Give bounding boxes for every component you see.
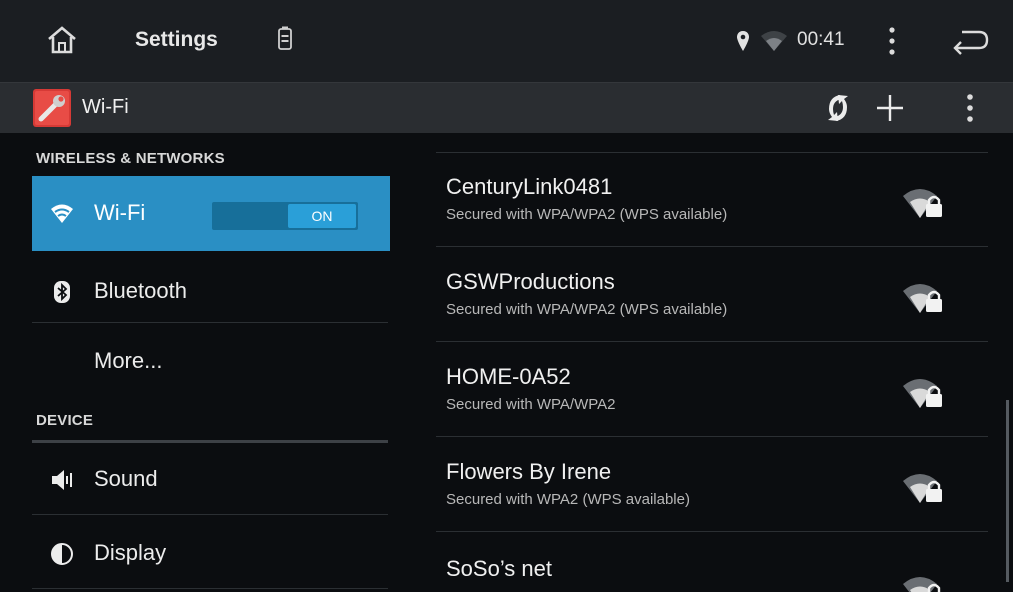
- add-network-icon[interactable]: [872, 91, 908, 125]
- section-header-wireless: WIRELESS & NETWORKS: [36, 150, 225, 167]
- section-header-device: DEVICE: [36, 412, 94, 429]
- wifi-toggle[interactable]: ON: [212, 202, 358, 230]
- network-security: Secured with WPA2 (WPS available): [446, 491, 690, 508]
- sidebar-item-wifi[interactable]: Wi-Fi ON: [32, 176, 390, 251]
- divider: [32, 514, 388, 515]
- wifi-network-list: CenturyLink0481 Secured with WPA/WPA2 (W…: [436, 132, 996, 592]
- page-title: Wi-Fi: [82, 96, 129, 118]
- network-ssid: HOME-0A52: [446, 364, 571, 389]
- network-ssid: Flowers By Irene: [446, 459, 612, 484]
- sidebar-item-label: Wi-Fi: [94, 200, 146, 225]
- home-icon[interactable]: [44, 22, 80, 58]
- back-icon[interactable]: [952, 26, 990, 56]
- overflow-menu-icon[interactable]: [886, 25, 898, 57]
- network-item[interactable]: GSWProductions Secured with WPA/WPA2 (WP…: [436, 247, 988, 342]
- sidebar-item-display[interactable]: Display: [32, 524, 390, 584]
- network-item[interactable]: CenturyLink0481 Secured with WPA/WPA2 (W…: [436, 152, 988, 247]
- wifi-icon: [51, 204, 73, 223]
- wifi-signal-icon: [761, 31, 787, 51]
- network-item[interactable]: SoSo’s net: [436, 532, 988, 592]
- divider: [32, 588, 388, 589]
- sidebar-item-label: Bluetooth: [94, 278, 187, 303]
- sidebar-item-label: More...: [94, 348, 163, 373]
- settings-sidebar: WIRELESS & NETWORKS Wi-Fi ON Bluetooth M…: [0, 132, 420, 592]
- settings-app-icon[interactable]: [32, 88, 72, 128]
- display-icon: [51, 543, 73, 565]
- wifi-locked-icon: [903, 379, 942, 408]
- sidebar-item-more[interactable]: More...: [32, 332, 390, 392]
- location-icon: [737, 31, 749, 51]
- bluetooth-icon: [54, 281, 70, 303]
- network-ssid: GSWProductions: [446, 269, 615, 294]
- network-ssid: SoSo’s net: [446, 556, 553, 581]
- wps-icon[interactable]: [820, 91, 856, 125]
- status-bar: Settings 00:41: [0, 0, 1013, 82]
- toggle-state: ON: [288, 204, 356, 228]
- sidebar-item-label: Display: [94, 540, 167, 565]
- action-bar: Wi-Fi: [0, 82, 1013, 133]
- network-security: Secured with WPA/WPA2 (WPS available): [446, 301, 728, 318]
- section-divider: [32, 440, 388, 443]
- network-item[interactable]: Flowers By Irene Secured with WPA2 (WPS …: [436, 437, 988, 532]
- wifi-locked-icon: [903, 189, 942, 218]
- sidebar-item-label: Sound: [94, 466, 158, 491]
- sidebar-item-bluetooth[interactable]: Bluetooth: [32, 262, 390, 322]
- network-security: Secured with WPA/WPA2: [446, 396, 616, 413]
- clock: 00:41: [797, 29, 845, 50]
- sidebar-item-sound[interactable]: Sound: [32, 450, 390, 510]
- sound-icon: [52, 470, 72, 490]
- battery-icon: [278, 26, 292, 50]
- divider: [32, 322, 388, 323]
- wifi-locked-icon: [903, 474, 942, 503]
- network-item[interactable]: HOME-0A52 Secured with WPA/WPA2: [436, 342, 988, 437]
- scrollbar[interactable]: [1006, 400, 1009, 582]
- status-title: Settings: [135, 28, 218, 51]
- overflow-menu-icon[interactable]: [960, 91, 980, 125]
- network-security: Secured with WPA/WPA2 (WPS available): [446, 206, 728, 223]
- wifi-locked-icon: [903, 577, 941, 592]
- wifi-locked-icon: [903, 284, 942, 313]
- network-ssid: CenturyLink0481: [446, 174, 613, 199]
